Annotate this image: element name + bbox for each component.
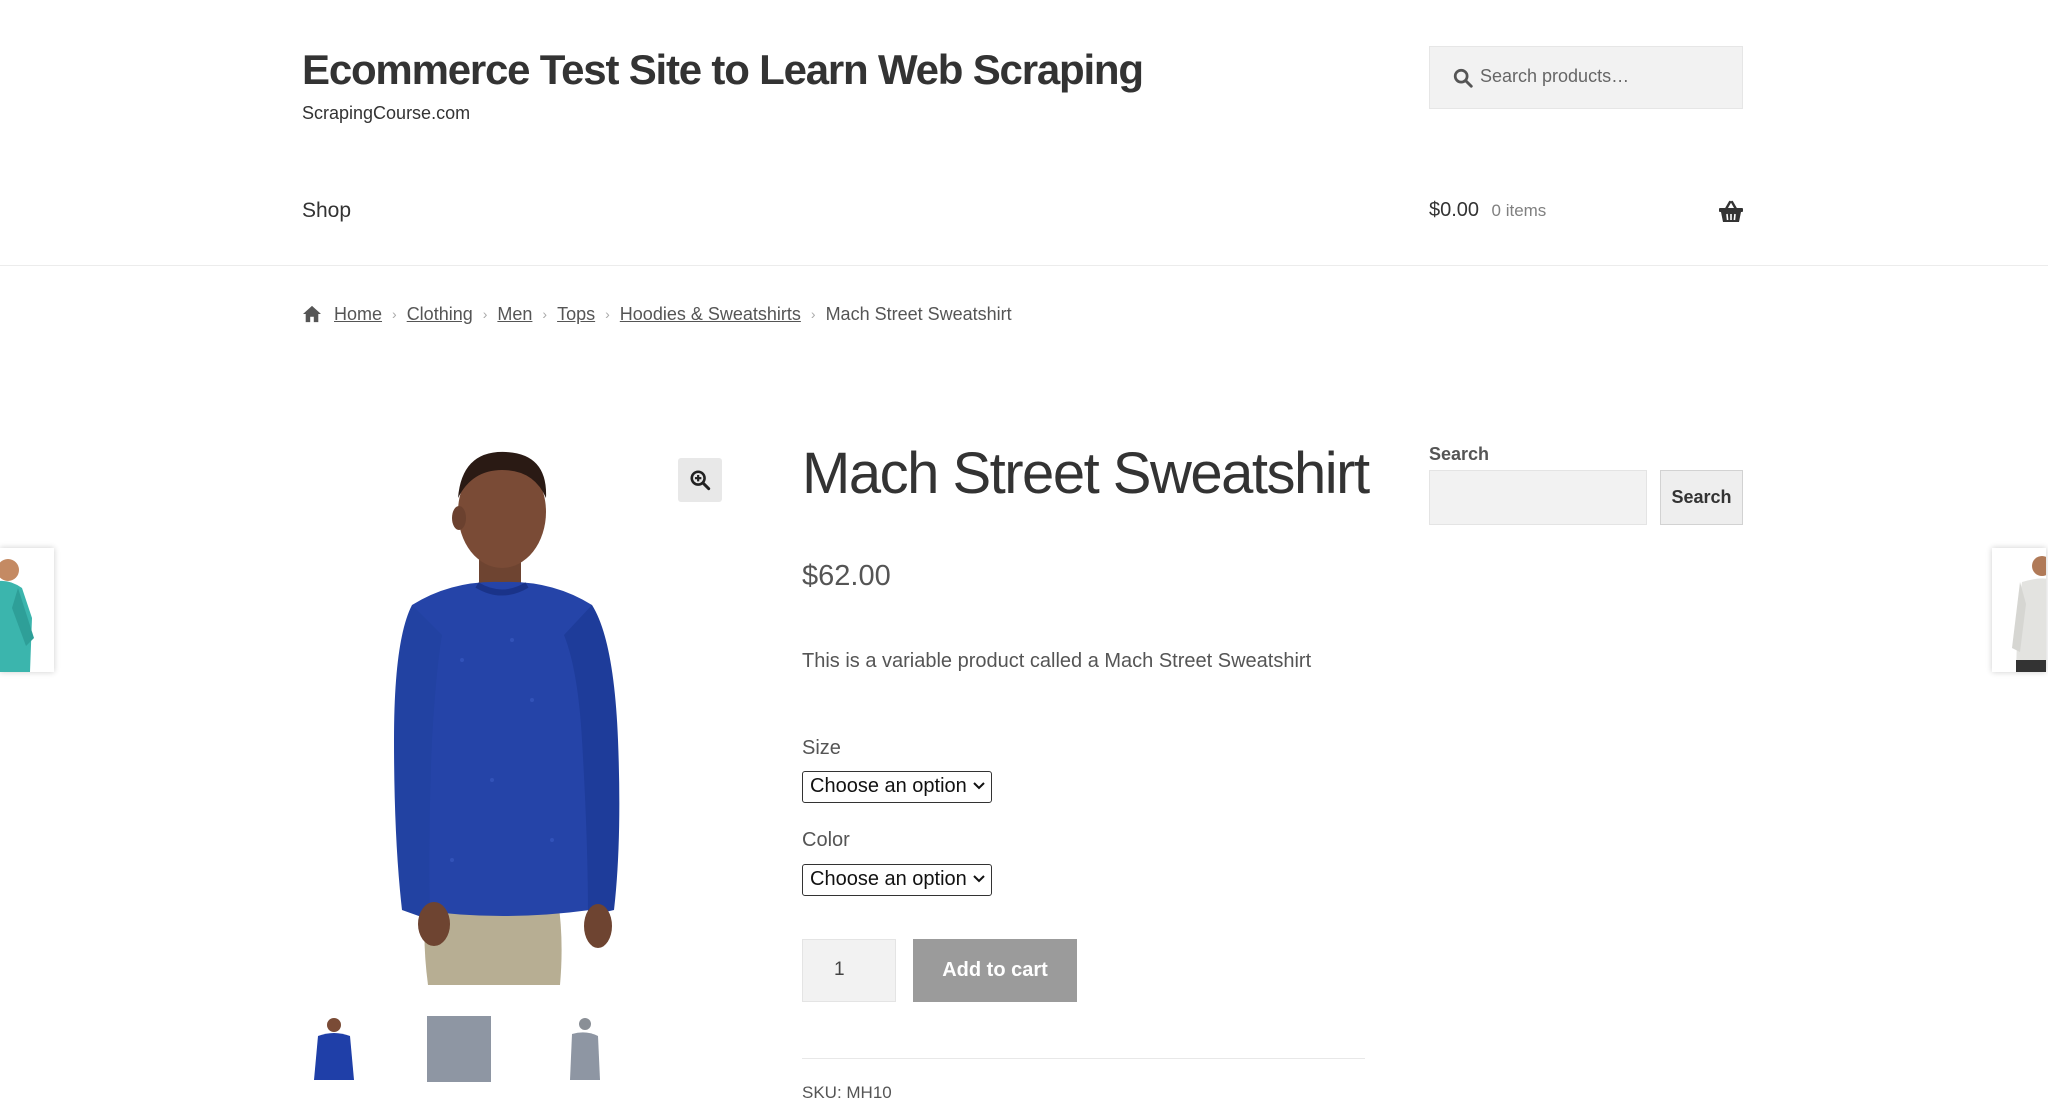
color-label: Color — [802, 829, 850, 851]
nav-item-shop[interactable]: Shop — [302, 199, 351, 223]
size-select-value: Choose an option — [810, 775, 967, 797]
breadcrumb-tops[interactable]: Tops — [557, 304, 595, 325]
search-icon — [1453, 68, 1473, 88]
basket-icon[interactable] — [1718, 200, 1744, 224]
breadcrumb-separator: › — [810, 306, 816, 322]
breadcrumb-separator: › — [605, 306, 610, 322]
cart-amount: $0.00 — [1429, 199, 1480, 221]
next-product-thumbnail[interactable] — [1992, 548, 2046, 672]
breadcrumb: Home › Clothing › Men › Tops › Hoodies &… — [302, 302, 1012, 326]
size-label: Size — [802, 737, 841, 759]
site-header: Ecommerce Test Site to Learn Web Scrapin… — [0, 0, 2048, 266]
breadcrumb-home[interactable]: Home — [334, 304, 382, 325]
breadcrumb-men[interactable]: Men — [497, 304, 532, 325]
previous-product-thumbnail[interactable] — [0, 548, 54, 672]
site-title[interactable]: Ecommerce Test Site to Learn Web Scrapin… — [302, 46, 1144, 94]
chevron-down-icon — [973, 782, 985, 790]
product-sku: SKU: MH10 — [802, 1083, 892, 1102]
gallery-thumbnail[interactable] — [427, 1016, 491, 1082]
sidebar-search-title: Search — [1429, 444, 1490, 464]
search-products-input[interactable]: Search products… — [1429, 46, 1743, 109]
breadcrumb-separator: › — [392, 306, 397, 322]
site-description: ScrapingCourse.com — [302, 103, 471, 123]
divider — [802, 1058, 1365, 1059]
gallery-thumbnail[interactable] — [552, 1016, 616, 1082]
color-select-value: Choose an option — [810, 868, 967, 890]
sidebar-search-button[interactable]: Search — [1660, 470, 1743, 525]
search-placeholder: Search products… — [1480, 66, 1630, 86]
size-select[interactable]: Choose an option — [802, 771, 992, 803]
home-icon — [303, 305, 321, 323]
breadcrumb-current: Mach Street Sweatshirt — [825, 303, 1012, 324]
zoom-icon — [690, 470, 711, 491]
chevron-down-icon — [973, 875, 985, 883]
product-description: This is a variable product called a Mach… — [802, 650, 1312, 672]
zoom-button[interactable] — [678, 458, 722, 502]
quantity-input[interactable]: 1 — [802, 939, 896, 1002]
add-to-cart-button[interactable]: Add to cart — [913, 939, 1077, 1002]
breadcrumb-clothing[interactable]: Clothing — [407, 304, 473, 325]
color-select[interactable]: Choose an option — [802, 864, 992, 896]
cart-count: 0 items — [1491, 201, 1547, 220]
breadcrumb-separator: › — [542, 306, 548, 322]
breadcrumb-separator: › — [482, 306, 488, 322]
sidebar-search-input[interactable] — [1429, 470, 1647, 525]
product-price: $62.00 — [802, 560, 891, 592]
header-cart[interactable]: $0.00 0 items — [1429, 199, 1546, 222]
gallery-thumbnail[interactable] — [302, 1016, 366, 1082]
breadcrumb-hoodies-sweatshirts[interactable]: Hoodies & Sweatshirts — [620, 304, 801, 325]
product-main-image[interactable] — [302, 440, 722, 988]
product-title: Mach Street Sweatshirt — [802, 441, 1370, 506]
